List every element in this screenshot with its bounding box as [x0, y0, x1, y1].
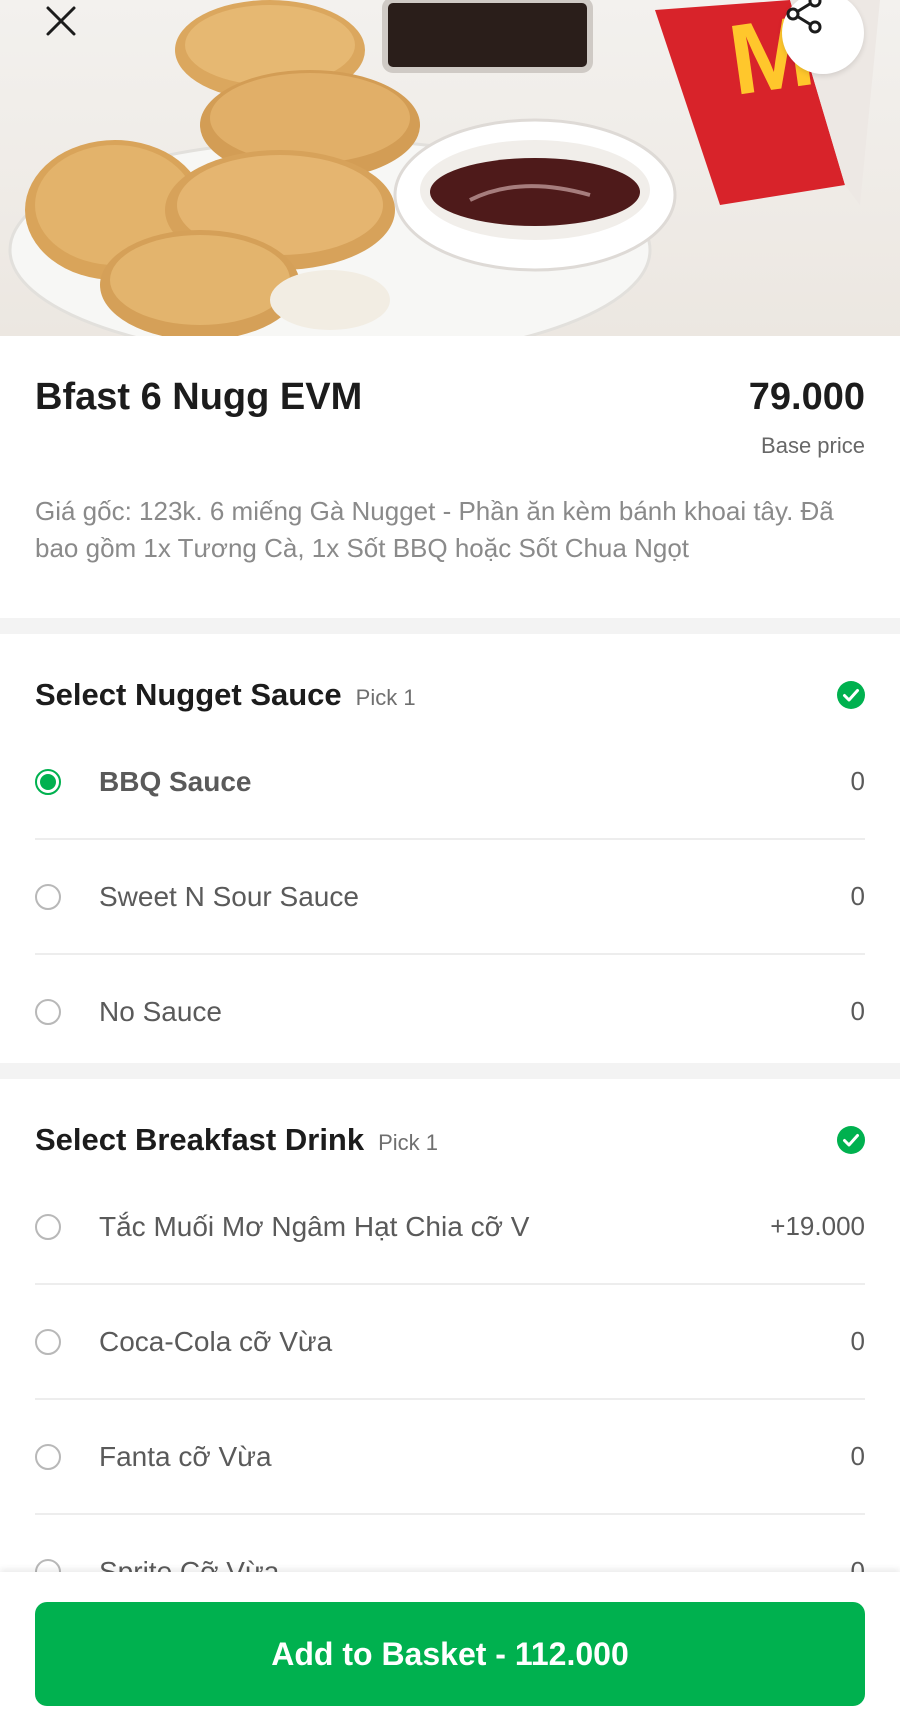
product-title: Bfast 6 Nugg EVM	[35, 376, 363, 418]
nuggets-photo: M	[8, 0, 880, 336]
option-price: 0	[850, 881, 865, 911]
radio-button[interactable]	[35, 998, 61, 1025]
section-divider	[0, 618, 900, 634]
option-label: Tắc Muối Mơ Ngâm Hạt Chia cỡ V	[99, 1210, 530, 1242]
breakfast-drink-section: Select Breakfast Drink Pick 1 Tắc Muối M…	[35, 1110, 865, 1628]
option-price: +19.000	[770, 1211, 865, 1241]
section-title: Select Nugget Sauce	[35, 677, 342, 712]
product-info: Bfast 6 Nugg EVM 79.000 Base price Giá g…	[35, 336, 865, 567]
close-button[interactable]	[45, 5, 111, 71]
option-bbq-sauce[interactable]: BBQ Sauce 0	[35, 725, 865, 840]
radio-button[interactable]	[35, 883, 61, 910]
product-price: 79.000	[748, 376, 865, 418]
check-circle-icon	[837, 1126, 865, 1154]
section-title: Select Breakfast Drink	[35, 1122, 365, 1157]
option-price: 0	[850, 766, 865, 796]
option-fanta[interactable]: Fanta cỡ Vừa 0	[35, 1400, 865, 1515]
bottom-bar: Add to Basket - 112.000	[0, 1572, 900, 1731]
title-row: Bfast 6 Nugg EVM 79.000	[35, 376, 865, 419]
option-label: Fanta cỡ Vừa	[99, 1440, 272, 1472]
section-pick-hint: Pick 1	[355, 685, 416, 710]
option-price: 0	[850, 1326, 865, 1356]
add-to-basket-button[interactable]: Add to Basket - 112.000	[35, 1602, 865, 1706]
section-header: Select Nugget Sauce Pick 1	[35, 665, 865, 725]
share-icon	[786, 0, 822, 34]
radio-button[interactable]	[35, 1213, 61, 1240]
option-sweet-n-sour-sauce[interactable]: Sweet N Sour Sauce 0	[35, 840, 865, 955]
check-circle-icon	[837, 681, 865, 709]
radio-button[interactable]	[35, 768, 61, 795]
option-coca-cola[interactable]: Coca-Cola cỡ Vừa 0	[35, 1285, 865, 1400]
nugget-sauce-section: Select Nugget Sauce Pick 1 BBQ Sauce 0 S…	[35, 665, 865, 1068]
option-label: Sweet N Sour Sauce	[99, 880, 359, 912]
section-divider	[0, 1063, 900, 1079]
option-price: 0	[850, 1441, 865, 1471]
option-label: No Sauce	[99, 995, 222, 1027]
option-label: BBQ Sauce	[99, 765, 252, 797]
base-price-caption: Base price	[761, 433, 865, 458]
option-label: Coca-Cola cỡ Vừa	[99, 1325, 333, 1357]
section-header: Select Breakfast Drink Pick 1	[35, 1110, 865, 1170]
option-price: 0	[850, 996, 865, 1026]
option-no-sauce[interactable]: No Sauce 0	[35, 955, 865, 1068]
radio-button[interactable]	[35, 1443, 61, 1470]
product-description: Giá gốc: 123k. 6 miếng Gà Nugget - Phần …	[35, 496, 834, 563]
radio-button[interactable]	[35, 1328, 61, 1355]
close-icon	[46, 6, 76, 36]
section-pick-hint: Pick 1	[378, 1130, 439, 1155]
option-tac-muoi-drink[interactable]: Tắc Muối Mơ Ngâm Hạt Chia cỡ V +19.000	[35, 1170, 865, 1285]
product-image: M	[0, 0, 900, 336]
